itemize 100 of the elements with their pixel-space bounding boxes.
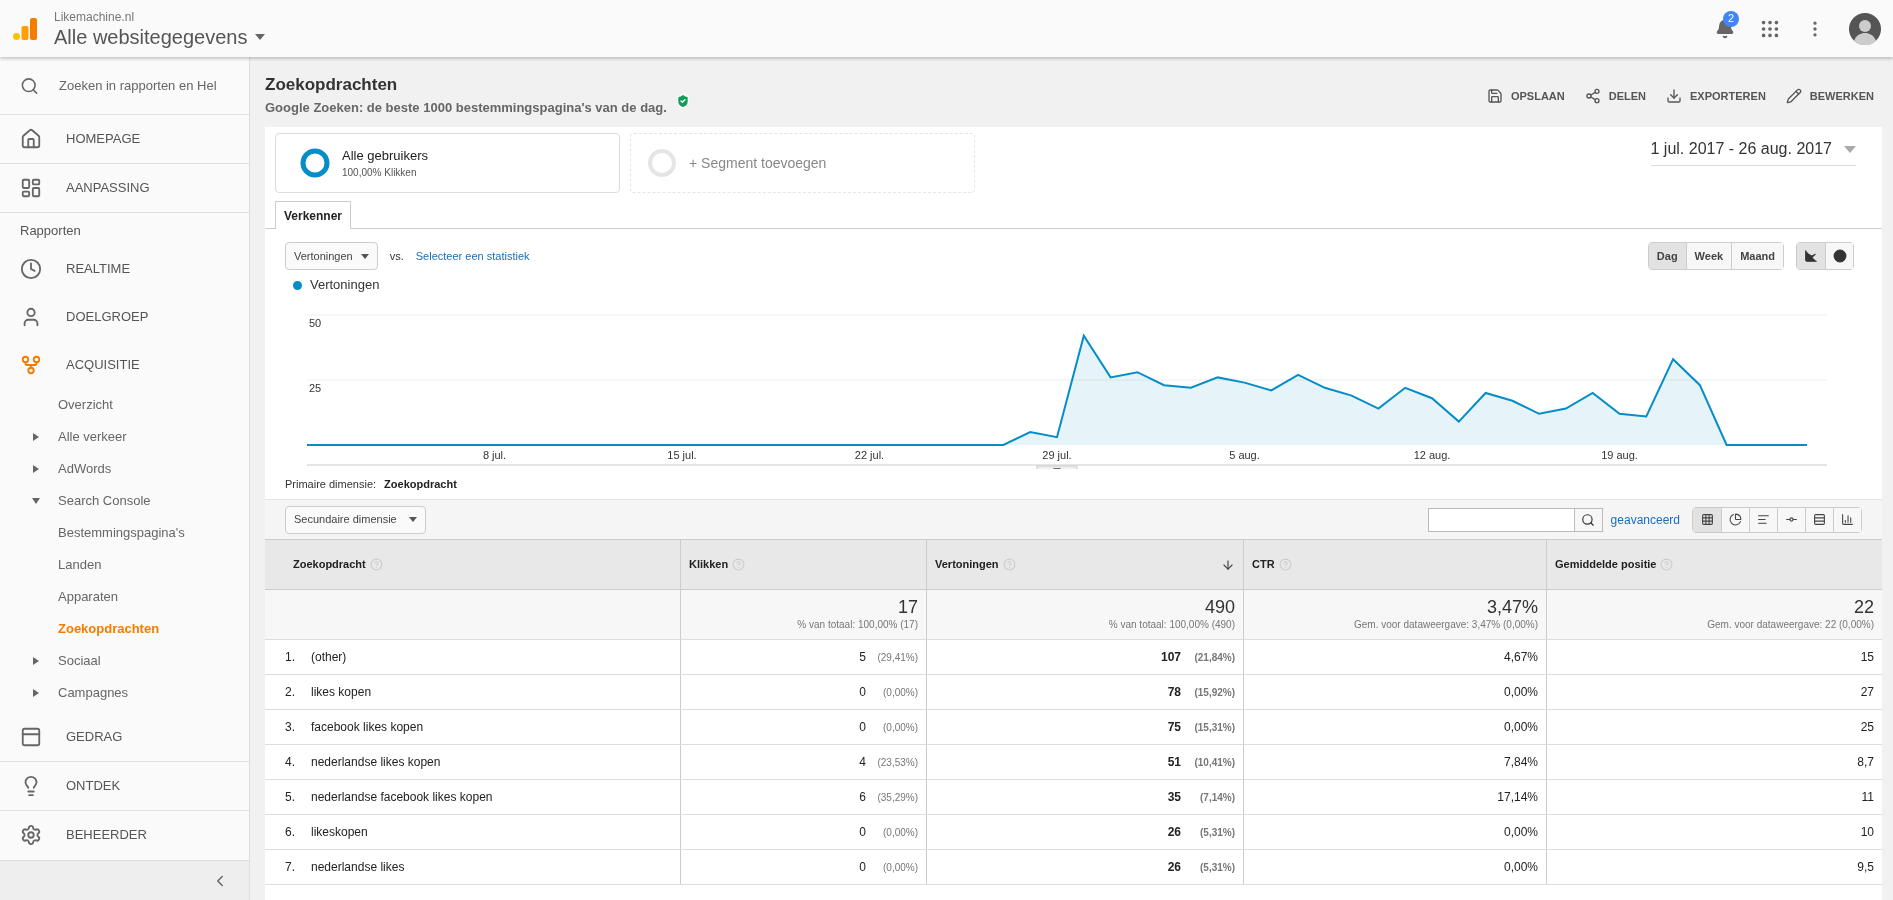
view-toggle[interactable]	[1833, 507, 1861, 532]
sidebar-item[interactable]: AdWords	[58, 458, 112, 479]
nav-item[interactable]: HOMEPAGE	[0, 115, 249, 163]
sidebar-item[interactable]: Alle verkeer	[58, 426, 127, 447]
search-field[interactable]: Zoeken in rapporten en Hel	[59, 75, 229, 96]
total-note: Gem. voor dataweergave: 3,47% (0,00%)	[1354, 618, 1538, 632]
caret-right-icon[interactable]	[32, 688, 40, 697]
row-number: 6.	[285, 824, 295, 841]
chart-type-toggle[interactable]	[1797, 243, 1825, 269]
column-header[interactable]: CTR	[1244, 540, 1547, 589]
grid-icon	[1700, 513, 1714, 526]
secondary-dimension-dropdown[interactable]: Secundaire dimensie	[285, 505, 426, 534]
logo-icon	[12, 15, 38, 42]
table-cell-text: 17,14%	[1497, 789, 1538, 806]
pie-chart-icon	[1729, 513, 1742, 526]
chart-type-toggle[interactable]	[1825, 243, 1853, 269]
toolbar-button[interactable]: OPSLAAN	[1486, 88, 1565, 105]
total-value: 17	[897, 597, 918, 617]
property-selector[interactable]: Alle websitegegevens	[54, 24, 266, 49]
caret-right-icon[interactable]	[32, 464, 40, 473]
sort-arrow-icon	[1221, 557, 1235, 572]
table-cell-text: 26	[1167, 859, 1181, 876]
nav-item[interactable]: AANPASSING	[0, 164, 249, 212]
column-header[interactable]: Vertoningen	[927, 540, 1244, 589]
table-cell-text: 35	[1167, 789, 1181, 806]
nav-item[interactable]: DOELGROEP	[0, 292, 249, 341]
axis-label: 8 jul.	[482, 449, 507, 461]
table-cell-text: 7,84%	[1503, 754, 1538, 771]
tab[interactable]: Verkenner	[275, 201, 352, 229]
table-cell-text: 51	[1167, 754, 1181, 771]
percent-cell-text: (15,92%)	[1193, 685, 1235, 700]
query-cell[interactable]: facebook likes kopen	[311, 718, 424, 736]
period-toggle[interactable]: Week	[1685, 243, 1732, 269]
axis-label: 29 jul.	[1042, 449, 1072, 461]
nav-item[interactable]: BEHEERDER	[0, 810, 249, 859]
sidebar-item[interactable]: Overzicht	[58, 394, 113, 415]
table-cell-text: 0,00%	[1503, 719, 1538, 736]
query-cell[interactable]: (other)	[311, 648, 347, 666]
toolbar-button[interactable]: DELEN	[1584, 88, 1647, 105]
collapse-handle[interactable]	[1036, 465, 1078, 469]
table-cell-text: 0,00%	[1503, 824, 1538, 841]
section-heading: Rapporten	[19, 222, 82, 240]
table-cell-text: 0	[859, 719, 866, 736]
sidebar-item[interactable]: Sociaal	[58, 650, 101, 671]
date-range-picker[interactable]: 1 jul. 2017 - 26 aug. 2017	[1650, 137, 1856, 166]
column-header[interactable]: Zoekopdracht	[265, 540, 681, 589]
percent-cell-text: (35,29%)	[876, 790, 918, 805]
sidebar-item[interactable]: Search Console	[58, 490, 151, 511]
query-cell[interactable]: nederlandse likes	[311, 858, 405, 876]
nav-item[interactable]: ACQUISITIE	[0, 340, 249, 389]
query-cell[interactable]: nederlandse likes kopen	[311, 753, 441, 771]
sidebar-item[interactable]: Bestemmingspagina's	[58, 522, 185, 543]
sidebar-item[interactable]: Landen	[58, 554, 102, 575]
sidebar-item[interactable]: Apparaten	[58, 586, 118, 607]
table-cell-text: 15	[1860, 649, 1874, 666]
table-search-field[interactable]	[1427, 507, 1603, 532]
column-header[interactable]: Gemiddelde positie	[1547, 540, 1882, 589]
caret-down-icon	[255, 33, 266, 40]
table-cell-text: 5	[859, 649, 866, 666]
period-toggle[interactable]: Dag	[1648, 243, 1686, 269]
help-icon	[732, 558, 746, 571]
share-icon	[1584, 88, 1601, 105]
caret-down-icon	[408, 517, 417, 522]
help-icon	[1660, 558, 1674, 571]
ring-icon	[647, 148, 677, 178]
toolbar-button[interactable]: BEWERKEN	[1785, 88, 1874, 105]
percent-cell-text: (0,00%)	[882, 860, 918, 875]
column-header[interactable]: Klikken	[681, 540, 927, 589]
caret-right-icon[interactable]	[32, 656, 40, 665]
percent-cell-text: (10,41%)	[1193, 755, 1235, 770]
caret-down-icon	[1844, 145, 1856, 153]
sidebar-item[interactable]: Campagnes	[58, 682, 129, 703]
dimension-value[interactable]: Zoekopdracht	[384, 475, 457, 493]
table-cell-text: 6	[859, 789, 866, 806]
nav-item[interactable]: REALTIME	[0, 244, 249, 293]
query-cell[interactable]: nederlandse facebook likes kopen	[311, 788, 493, 806]
query-cell[interactable]: likeskopen	[311, 823, 368, 841]
query-cell[interactable]: likes kopen	[311, 683, 372, 701]
metric-dropdown[interactable]: Vertoningen	[285, 242, 378, 270]
vs-label: vs.	[389, 248, 404, 264]
period-toggle[interactable]: Maand	[1731, 243, 1783, 269]
advanced-link[interactable]: geavanceerd	[1610, 510, 1680, 529]
percent-cell-text: (23,53%)	[876, 755, 918, 770]
caret-right-icon[interactable]	[32, 432, 40, 441]
segment-card[interactable]: Alle gebruikers 100,00% Klikken	[275, 133, 620, 193]
nav-item[interactable]: GEDRAG	[0, 712, 249, 761]
shield-check-icon	[674, 93, 691, 110]
nav-item[interactable]: ONTDEK	[0, 761, 249, 810]
select-metric-link[interactable]: Selecteer een statistiek	[415, 247, 530, 265]
add-segment-card[interactable]: + Segment toevoegen	[630, 133, 975, 193]
percent-cell-text: (29,41%)	[876, 650, 918, 665]
row-number: 7.	[285, 859, 295, 876]
view-toggle[interactable]	[1693, 507, 1721, 532]
report-subtitle: Google Zoeken: de beste 1000 bestemmingspagina's van de dag.	[265, 98, 667, 117]
percent-cell-text: (15,31%)	[1193, 720, 1235, 735]
toolbar-button[interactable]: EXPORTEREN	[1666, 88, 1766, 105]
table-cell-text: 9,5	[1857, 859, 1874, 876]
avatar[interactable]	[1849, 12, 1881, 45]
caret-down-icon[interactable]	[32, 496, 40, 505]
row-number: 2.	[285, 684, 295, 701]
